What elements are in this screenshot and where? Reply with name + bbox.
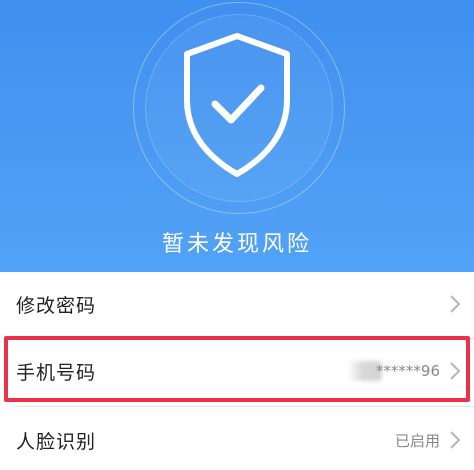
status-text: 暂未发现风险 [161, 232, 312, 257]
highlight-box [4, 336, 470, 402]
list-item-label: 人脸识别 [16, 430, 97, 453]
list-item-change-password[interactable]: 修改密码 [0, 274, 474, 334]
security-status-banner: 暂未发现风险 [0, 0, 474, 272]
list-item-value: 已启用 [394, 431, 440, 450]
divider [16, 406, 474, 407]
chevron-right-icon [450, 431, 461, 449]
shield-check-icon [184, 33, 290, 177]
list-item-label: 修改密码 [16, 294, 97, 317]
chevron-right-icon [450, 295, 461, 313]
list-item-face-recognition[interactable]: 人脸识别 已启用 [0, 410, 474, 470]
